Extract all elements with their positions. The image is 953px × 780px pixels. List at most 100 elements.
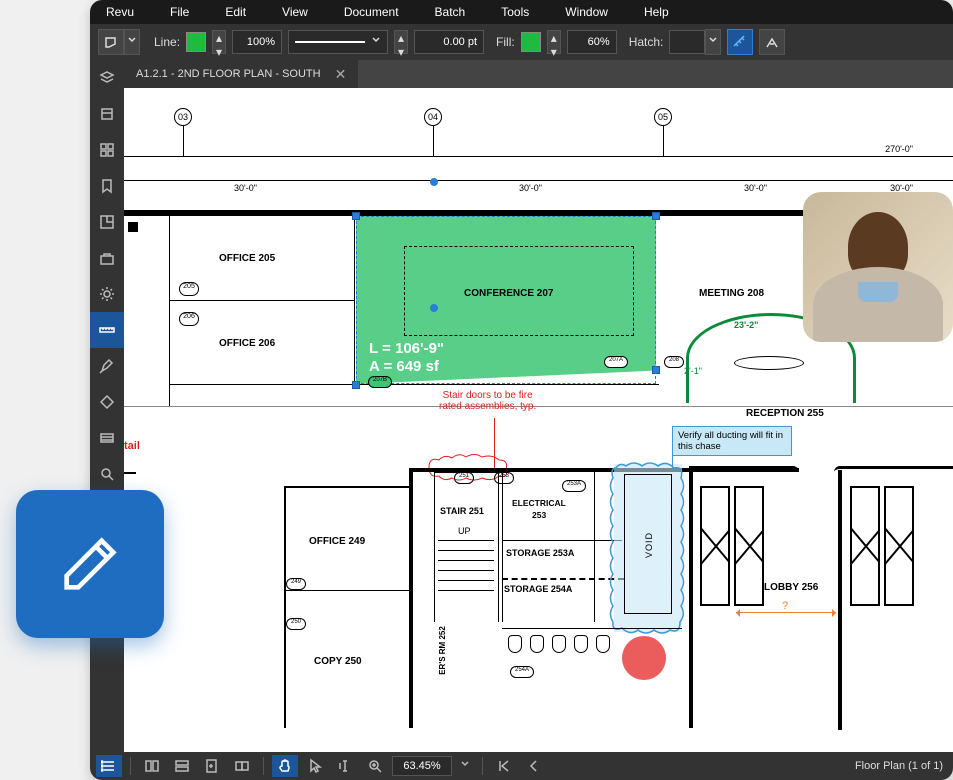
markups-list-button[interactable]	[96, 755, 122, 777]
fill-opacity-spinner[interactable]: ▴▾	[547, 30, 561, 54]
menu-window[interactable]: Window	[565, 5, 608, 19]
dim-seg2: 30'-0"	[519, 183, 542, 193]
text-select-button[interactable]	[332, 755, 358, 777]
menu-file[interactable]: File	[170, 5, 189, 19]
prev-icon	[526, 758, 542, 774]
measurements-panel-button[interactable]	[90, 312, 124, 348]
dim-seg1: 30'-0"	[234, 183, 257, 193]
snap-button[interactable]	[759, 29, 785, 55]
properties-panel-button[interactable]	[90, 276, 124, 312]
fill-color-swatch[interactable]	[521, 32, 541, 52]
room-office-249: OFFICE 249	[309, 536, 365, 547]
line-width-spinner[interactable]: ▴▾	[212, 30, 226, 54]
menu-document[interactable]: Document	[344, 5, 399, 19]
measure-mode-button[interactable]	[727, 29, 753, 55]
dimension-orange[interactable]	[736, 612, 836, 613]
line-pt-input[interactable]	[414, 30, 484, 54]
door-tag-253: 253	[494, 472, 514, 484]
line-color-swatch[interactable]	[186, 32, 206, 52]
room-conference-207: CONFERENCE 207	[464, 288, 553, 299]
cursor-icon	[307, 758, 323, 774]
toolchest-panel-button[interactable]	[90, 240, 124, 276]
grid-icon	[99, 142, 115, 158]
tag-icon	[99, 394, 115, 410]
measurement-length: L = 106'-9"	[369, 340, 444, 357]
hatch-dropdown[interactable]	[705, 29, 721, 55]
zoom-tool-button[interactable]	[362, 755, 388, 777]
sync-view-button[interactable]	[229, 755, 255, 777]
line-style-select[interactable]	[288, 30, 388, 54]
sets-panel-button[interactable]	[90, 420, 124, 456]
shape-tool-dropdown[interactable]	[124, 29, 140, 55]
room-copy-250: COPY 250	[314, 656, 362, 667]
grid-bubble-03: 03	[174, 108, 192, 126]
ellipse	[734, 356, 804, 370]
grid-bubble-05: 05	[654, 108, 672, 126]
stair-tread	[438, 540, 494, 541]
layers-panel-button[interactable]	[90, 60, 124, 96]
status-bar: Floor Plan (1 of 1)	[90, 752, 953, 780]
center-handle[interactable]	[430, 304, 438, 312]
tab-close-button[interactable]: ✕	[335, 66, 347, 83]
line-width-input[interactable]	[232, 30, 282, 54]
zoom-input[interactable]	[392, 756, 452, 776]
room-storage-254a: STORAGE 254A	[504, 584, 572, 594]
polygon-icon	[103, 34, 119, 50]
callout-stair-note[interactable]: Stair doors to be fire rated assemblies,…	[439, 390, 536, 412]
wall	[284, 488, 286, 728]
menu-view[interactable]: View	[282, 5, 308, 19]
wall	[434, 472, 435, 622]
wall	[169, 300, 354, 301]
prev-page-button[interactable]	[521, 755, 547, 777]
stair-tread	[438, 550, 494, 551]
room-lobby-256: LOBBY 256	[764, 582, 818, 593]
signatures-panel-button[interactable]	[90, 348, 124, 384]
document-tab[interactable]: A1.2.1 - 2ND FLOOR PLAN - SOUTH ✕	[124, 60, 358, 89]
wall	[502, 540, 622, 541]
thumbnails-panel-button[interactable]	[90, 96, 124, 132]
new-view-button[interactable]	[199, 755, 225, 777]
rotate-handle[interactable]	[430, 178, 438, 186]
split-horizontal-button[interactable]	[169, 755, 195, 777]
room-ers-rm-252: ER'S RM 252	[438, 626, 447, 675]
zoom-dropdown[interactable]	[456, 755, 474, 777]
menu-batch[interactable]: Batch	[435, 5, 466, 19]
drawing-canvas[interactable]: 03 04 05 270'-0" 30'-0" 30'-0" 30'-0" 30…	[124, 88, 953, 752]
stack-icon	[99, 430, 115, 446]
spaces-panel-button[interactable]	[90, 204, 124, 240]
menu-tools[interactable]: Tools	[501, 5, 529, 19]
dim-total: 270'-0"	[885, 144, 913, 154]
menu-revu[interactable]: Revu	[106, 5, 134, 19]
room-electrical-253b: 253	[532, 510, 546, 520]
split-h-icon	[174, 758, 190, 774]
bookmarks-panel-button[interactable]	[90, 168, 124, 204]
gear-icon	[99, 286, 115, 302]
door-tag-251: 251	[454, 472, 474, 484]
main-area: A1.2.1 - 2ND FLOOR PLAN - SOUTH ✕ 03 04 …	[90, 60, 953, 752]
select-tool-button[interactable]	[302, 755, 328, 777]
room-office-206: OFFICE 206	[219, 338, 275, 349]
split-vertical-button[interactable]	[139, 755, 165, 777]
pan-tool-button[interactable]	[272, 755, 298, 777]
menu-help[interactable]: Help	[644, 5, 669, 19]
page-plus-icon	[204, 758, 220, 774]
elevator-symbol	[700, 486, 730, 606]
links-panel-button[interactable]	[90, 384, 124, 420]
shape-tool-button[interactable]	[98, 29, 124, 55]
measurement-area: A = 649 sf	[369, 358, 439, 375]
document-area: A1.2.1 - 2ND FLOOR PLAN - SOUTH ✕ 03 04 …	[124, 60, 953, 752]
menu-edit[interactable]: Edit	[225, 5, 246, 19]
grid-panel-button[interactable]	[90, 132, 124, 168]
hatch-label: Hatch:	[629, 35, 664, 49]
wall	[409, 468, 413, 728]
grid-line	[183, 126, 184, 156]
callout-duct-note[interactable]: Verify all ducting will fit in this chas…	[672, 426, 792, 456]
line-pt-spinner[interactable]: ▴▾	[394, 30, 408, 54]
toolbox-icon	[99, 250, 115, 266]
search-panel-button[interactable]	[90, 456, 124, 492]
hatch-select[interactable]	[669, 30, 705, 54]
elevator-symbol	[734, 486, 764, 606]
fill-opacity-input[interactable]	[567, 30, 617, 54]
door-tag-207a: 207A	[604, 356, 628, 368]
first-page-button[interactable]	[491, 755, 517, 777]
